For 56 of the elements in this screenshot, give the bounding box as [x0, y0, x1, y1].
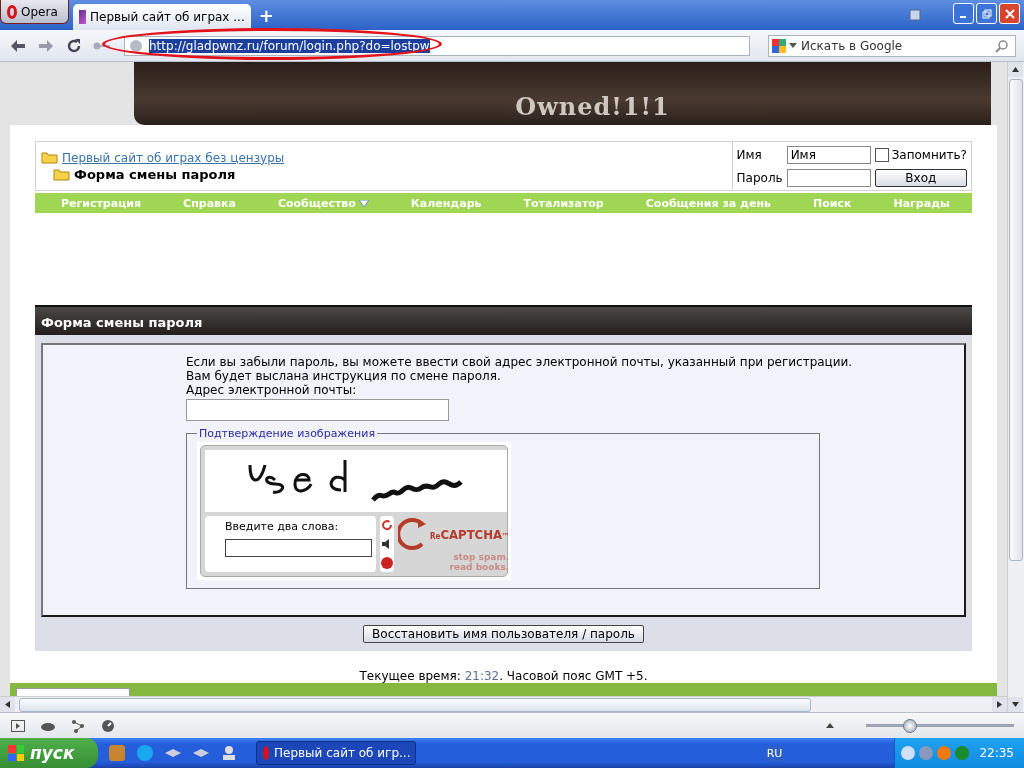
page-title: Форма смены пароля — [74, 166, 236, 182]
recover-button[interactable]: Восстановить имя пользователя / пароль — [363, 625, 644, 643]
panel-title: Форма смены пароля — [35, 305, 972, 335]
restore-button[interactable] — [976, 3, 997, 24]
email-label: Адрес электронной почты: — [186, 383, 358, 397]
instruction-text: Если вы забыли пароль, вы можете ввести свой адрес электронной почты, указанный при регистрации. — [186, 355, 854, 369]
captcha-legend: Подтверждение изображения — [197, 427, 377, 440]
username-field[interactable]: Имя — [786, 145, 871, 164]
instruction-text: Вам будет выслана инструкция по смене пароля. — [186, 369, 502, 383]
taskbar-button[interactable]: Первый сайт об игр... — [256, 741, 416, 765]
scroll-up-icon[interactable] — [1012, 67, 1019, 72]
breadcrumb-link[interactable]: Первый сайт об играх без цензуры — [62, 150, 285, 165]
user-icon[interactable] — [220, 744, 238, 762]
site-icon — [78, 10, 86, 24]
start-button[interactable]: пуск — [0, 738, 98, 768]
browser-tab[interactable]: Первый сайт об играх ... — [72, 4, 251, 30]
search-engine-icon — [771, 37, 787, 54]
close-icon[interactable] — [1004, 8, 1015, 19]
windows-logo-icon — [8, 745, 24, 761]
address-field[interactable]: http://gladpwnz.ru/forum/login.php?do=lostpw — [124, 35, 750, 56]
scroll-down-icon[interactable] — [1012, 702, 1019, 707]
current-time-text: Текущее время: 21:32. Часовой пояс GMT +5. — [358, 669, 649, 683]
search-field[interactable]: Искать в Google — [768, 34, 1016, 57]
recaptcha-arrow-icon — [398, 516, 428, 552]
speedometer-icon[interactable] — [100, 717, 116, 734]
folder-icon — [41, 151, 58, 164]
panel-icon[interactable] — [10, 717, 26, 734]
folder-icon — [53, 167, 70, 181]
language-indicator[interactable]: RU — [764, 745, 785, 761]
username-label: Имя — [736, 147, 763, 162]
captcha-answer-field[interactable] — [225, 539, 372, 557]
recaptcha-tagline: stop spam. — [452, 552, 510, 562]
new-tab-button[interactable]: + — [254, 4, 278, 26]
close-button[interactable] — [999, 3, 1020, 24]
recaptcha-tagline: read books. — [448, 562, 510, 572]
opera-menu-button[interactable]: Opera — [0, 0, 69, 24]
email-field[interactable] — [186, 399, 449, 421]
password-label: Пароль — [736, 170, 783, 185]
caret-icon[interactable] — [789, 43, 797, 48]
recaptcha-logo: ReCAPTCHA™ — [430, 526, 510, 542]
captcha-prompt: Введите два слова: — [225, 520, 340, 534]
site-logo: Owned!1!1 — [515, 92, 670, 121]
search-icon[interactable] — [995, 38, 1009, 53]
clock: 22:35 — [979, 746, 1014, 760]
scroll-right-icon[interactable] — [997, 701, 1002, 708]
password-field[interactable] — [786, 168, 871, 187]
share-icon[interactable] — [70, 717, 86, 734]
globe-icon — [129, 38, 143, 53]
minimize-button[interactable] — [953, 3, 974, 24]
help-icon[interactable] — [380, 555, 394, 570]
remember-checkbox[interactable]: Запомнить? — [874, 147, 967, 162]
refresh-icon[interactable] — [380, 518, 394, 533]
restore-icon[interactable] — [981, 8, 992, 19]
slider-thumb[interactable] — [903, 718, 918, 733]
scroll-left-icon[interactable] — [5, 701, 10, 708]
login-button[interactable]: Вход — [874, 168, 967, 187]
